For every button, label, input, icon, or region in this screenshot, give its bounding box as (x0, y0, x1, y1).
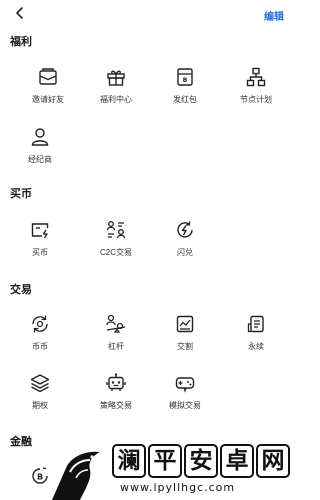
watermark-text: 澜 平 安 卓 网 www.lpyllhgc.com (112, 444, 298, 500)
item-label: 福利中心 (100, 95, 132, 104)
item-label: 币币 (32, 342, 48, 351)
top-bar: 编辑 (0, 0, 300, 30)
svg-text:B: B (37, 473, 43, 482)
back-button[interactable] (12, 5, 28, 21)
delivery-chart-icon (174, 313, 196, 335)
item-label: 杠杆 (108, 342, 124, 351)
coin-exchange-icon (29, 313, 51, 335)
section-title-buy: 买币 (10, 188, 32, 200)
buy-coin-item[interactable]: 买币 (5, 219, 75, 263)
c2c-icon (105, 219, 127, 241)
spot-trade-item[interactable]: 币币 (5, 313, 75, 357)
watermark-horse-logo (46, 448, 110, 500)
broker-item[interactable]: 经纪商 (5, 126, 75, 170)
watermark-char: 澜 (112, 444, 146, 478)
item-label: 交割 (177, 342, 193, 351)
chevron-left-icon (16, 7, 23, 19)
watermark-char: 安 (184, 444, 218, 478)
robot-icon (105, 372, 127, 394)
node-tree-icon (245, 66, 267, 88)
section-title-trade: 交易 (10, 284, 32, 296)
item-label: C2C交易 (99, 248, 132, 257)
gift-icon (105, 66, 127, 88)
flash-swap-item[interactable]: 闪兑 (150, 219, 220, 263)
item-label: 节点计划 (240, 95, 272, 104)
c2c-trade-item[interactable]: C2C交易 (81, 219, 151, 263)
welfare-center-item[interactable]: 福利中心 (81, 66, 151, 110)
gamepad-icon (174, 372, 196, 394)
simulated-trade-item[interactable]: 模拟交易 (150, 372, 220, 416)
watermark-char: 网 (256, 444, 290, 478)
item-label: 买币 (32, 248, 48, 257)
section-title-finance: 金融 (10, 436, 32, 448)
item-label: 策略交易 (100, 401, 132, 410)
delivery-item[interactable]: 交割 (150, 313, 220, 357)
flash-swap-icon (174, 219, 196, 241)
envelope-icon (37, 66, 59, 88)
buy-coin-icon (29, 219, 51, 241)
perpetual-item[interactable]: 永续 (221, 313, 291, 357)
svg-text:B: B (183, 77, 188, 84)
person-icon (29, 126, 51, 148)
perpetual-icon (245, 313, 267, 335)
leverage-icon (105, 313, 127, 335)
edit-button[interactable]: 编辑 (264, 8, 284, 23)
watermark-chars: 澜 平 安 卓 网 (112, 444, 298, 478)
red-packet-item[interactable]: B 发红包 (150, 66, 220, 110)
item-label: 期权 (32, 401, 48, 410)
item-label: 发红包 (173, 95, 197, 104)
watermark-url: www.lpyllhgc.com (120, 481, 236, 494)
watermark-char: 平 (148, 444, 182, 478)
item-label: 经纪商 (28, 155, 52, 164)
section-title-welfare: 福利 (10, 36, 32, 48)
options-item[interactable]: 期权 (5, 372, 75, 416)
strategy-trade-item[interactable]: 策略交易 (81, 372, 151, 416)
item-label: 模拟交易 (169, 401, 201, 410)
invite-friends-item[interactable]: 邀请好友 (13, 66, 83, 110)
item-label: 闪兑 (177, 248, 193, 257)
red-packet-icon: B (174, 66, 196, 88)
layers-icon (29, 372, 51, 394)
item-label: 邀请好友 (32, 95, 64, 104)
node-plan-item[interactable]: 节点计划 (221, 66, 291, 110)
leverage-item[interactable]: 杠杆 (81, 313, 151, 357)
item-label: 永续 (248, 342, 264, 351)
watermark-char: 卓 (220, 444, 254, 478)
